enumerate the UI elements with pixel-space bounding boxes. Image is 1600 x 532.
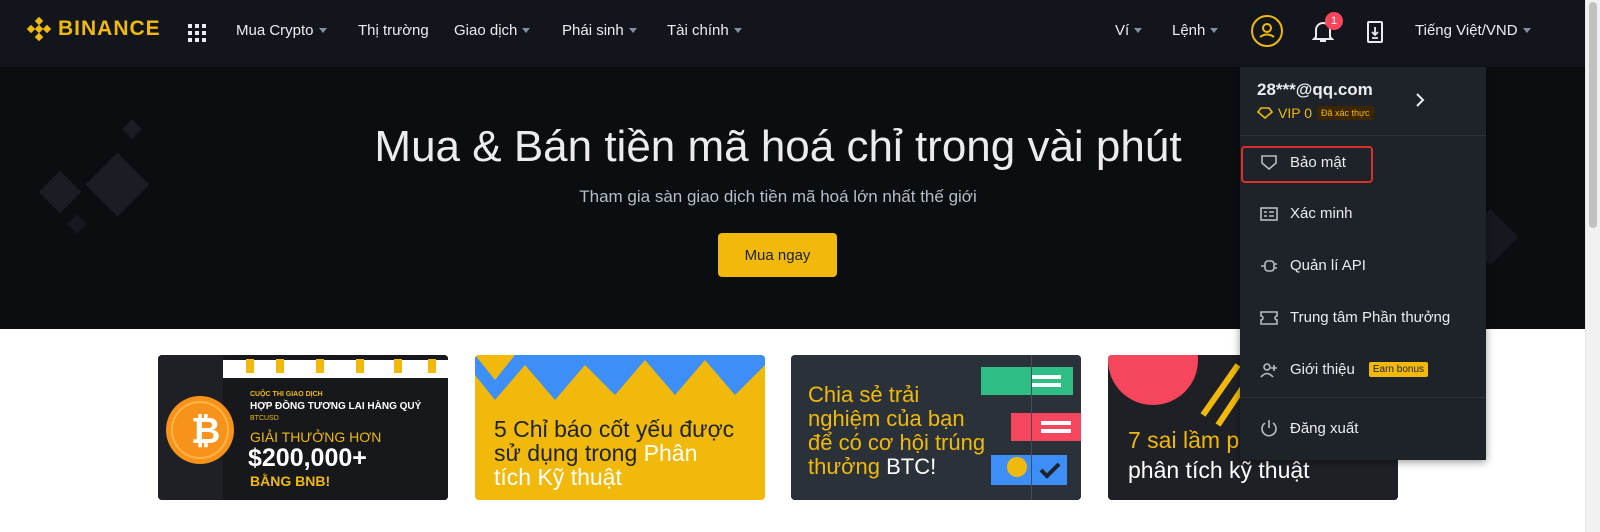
caret-down-icon xyxy=(1522,28,1531,33)
menu-tai-chinh[interactable]: Tài chính xyxy=(667,22,742,39)
caret-down-icon xyxy=(1134,28,1143,33)
account-email: 28***@qq.com xyxy=(1257,80,1373,99)
language-currency-selector[interactable]: Tiếng Việt/VND xyxy=(1415,22,1531,39)
banner1-prize: $200,000+ xyxy=(248,444,367,472)
menu-orders[interactable]: Lệnh xyxy=(1172,22,1219,39)
diamond-icon xyxy=(1257,107,1273,119)
menu-thi-truong[interactable]: Thị trường xyxy=(358,22,429,39)
banner4-line1: 7 sai lầm p xyxy=(1128,427,1240,453)
menu-item-verification[interactable]: Xác minh xyxy=(1260,205,1353,222)
banner-technical-indicators[interactable]: 5 Chỉ báo cốt yếu được sử dụng trong Phâ… xyxy=(475,355,765,500)
menu-giao-dich[interactable]: Giao dịch xyxy=(454,22,531,39)
decor-shape xyxy=(67,214,87,234)
binance-logo[interactable]: BINANCE xyxy=(26,16,161,42)
user-icon xyxy=(1259,23,1275,38)
divider xyxy=(1240,397,1486,398)
top-navbar: BINANCE Mua Crypto Thị trường Giao dịch … xyxy=(0,0,1585,67)
download-app-icon[interactable] xyxy=(1366,20,1384,44)
add-user-icon xyxy=(1260,362,1277,378)
power-icon xyxy=(1261,420,1277,437)
scrollbar-thumb[interactable] xyxy=(1589,2,1597,228)
page-scrollbar[interactable] xyxy=(1585,0,1600,532)
menu-item-api-management[interactable]: Quản lí API xyxy=(1260,257,1366,274)
user-avatar-button[interactable] xyxy=(1251,15,1283,47)
banner1-line3: BTCUSD xyxy=(250,415,279,422)
id-card-icon xyxy=(1260,206,1278,221)
banner-trading-competition[interactable]: ₿ CUỘC THI GIAO DỊCH HỢP ĐỒNG TƯƠNG LAI … xyxy=(158,355,448,500)
logo-text: BINANCE xyxy=(58,17,161,40)
account-dropdown-menu: 28***@qq.com VIP 0 Đã xác thực Bảo mật X… xyxy=(1240,67,1486,460)
security-highlight-box xyxy=(1241,146,1373,183)
banner1-line4: GIẢI THƯỞNG HƠN xyxy=(250,429,382,445)
menu-wallet[interactable]: Ví xyxy=(1115,22,1143,39)
menu-phai-sinh[interactable]: Phái sinh xyxy=(562,22,637,39)
caret-down-icon xyxy=(522,28,531,33)
caret-down-icon xyxy=(1210,28,1219,33)
svg-text:₿: ₿ xyxy=(191,410,220,451)
api-key-icon xyxy=(1261,259,1277,272)
ticket-icon xyxy=(1260,310,1278,325)
apps-grid-icon[interactable] xyxy=(188,24,206,42)
banner1-line6: BẰNG BNB! xyxy=(250,473,331,489)
menu-mua-crypto[interactable]: Mua Crypto xyxy=(236,22,327,39)
divider xyxy=(1240,135,1486,136)
banner1-line1: CUỘC THI GIAO DỊCH xyxy=(250,391,323,398)
verified-badge: Đã xác thực xyxy=(1317,106,1374,120)
banner4-line2: phân tích kỹ thuật xyxy=(1128,457,1310,483)
menu-item-referral[interactable]: Giới thiệu Earn bonus xyxy=(1260,361,1429,378)
earn-bonus-badge: Earn bonus xyxy=(1368,362,1429,377)
banner1-line2: HỢP ĐỒNG TƯƠNG LAI HÀNG QUÝ xyxy=(250,401,422,412)
notification-badge: 1 xyxy=(1325,12,1343,30)
banner3-text: Chia sẻ trải nghiệm của bạn để có cơ hội… xyxy=(808,382,986,479)
vip-label: VIP 0 xyxy=(1278,105,1312,121)
menu-item-logout[interactable]: Đăng xuất xyxy=(1260,419,1358,437)
caret-down-icon xyxy=(318,28,327,33)
buy-now-button[interactable]: Mua ngay xyxy=(718,233,837,277)
caret-down-icon xyxy=(733,28,742,33)
chevron-right-icon[interactable] xyxy=(1415,92,1425,108)
menu-item-rewards-center[interactable]: Trung tâm Phần thưởng xyxy=(1260,309,1450,326)
binance-logo-icon xyxy=(26,16,52,42)
caret-down-icon xyxy=(628,28,637,33)
vip-level: VIP 0 Đã xác thực xyxy=(1257,105,1374,121)
banner-share-experience[interactable]: Chia sẻ trải nghiệm của bạn để có cơ hội… xyxy=(791,355,1081,500)
banner2-text: 5 Chỉ báo cốt yếu được sử dụng trong Phâ… xyxy=(494,416,735,490)
